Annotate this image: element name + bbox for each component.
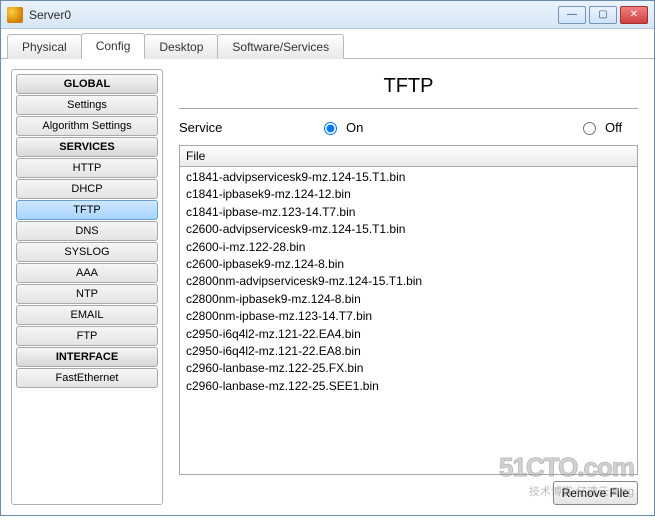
file-list[interactable]: c1841-advipservicesk9-mz.124-15.T1.binc1… <box>180 167 637 474</box>
file-row[interactable]: c2600-ipbasek9-mz.124-8.bin <box>186 256 631 273</box>
service-off-label: Off <box>605 120 622 135</box>
minimize-button[interactable]: — <box>558 6 586 24</box>
sidebar-item-dhcp[interactable]: DHCP <box>16 179 158 199</box>
maximize-button[interactable]: ▢ <box>589 6 617 24</box>
sidebar-item-email[interactable]: EMAIL <box>16 305 158 325</box>
service-on-option[interactable]: On <box>319 119 459 135</box>
sidebar-item-tftp[interactable]: TFTP <box>16 200 158 220</box>
sidebar-item-fastethernet[interactable]: FastEthernet <box>16 368 158 388</box>
file-row[interactable]: c1841-ipbase-mz.123-14.T7.bin <box>186 204 631 221</box>
file-row[interactable]: c2950-i6q4l2-mz.121-22.EA4.bin <box>186 326 631 343</box>
file-box: File c1841-advipservicesk9-mz.124-15.T1.… <box>179 145 638 475</box>
title-bar[interactable]: Server0 — ▢ ✕ <box>1 1 654 29</box>
sidebar-item-algorithm-settings[interactable]: Algorithm Settings <box>16 116 158 136</box>
window-title: Server0 <box>29 8 558 22</box>
service-label: Service <box>179 120 319 135</box>
sidebar-item-syslog[interactable]: SYSLOG <box>16 242 158 262</box>
remove-row: Remove File <box>173 481 644 505</box>
sidebar-item-aaa[interactable]: AAA <box>16 263 158 283</box>
app-icon <box>7 7 23 23</box>
file-row[interactable]: c1841-ipbasek9-mz.124-12.bin <box>186 186 631 203</box>
close-button[interactable]: ✕ <box>620 6 648 24</box>
service-row: Service On Off <box>173 119 644 145</box>
sidebar: GLOBAL Settings Algorithm Settings SERVI… <box>11 69 163 505</box>
tab-software-services[interactable]: Software/Services <box>217 34 344 59</box>
sidebar-header-services: SERVICES <box>16 137 158 157</box>
content-area: GLOBAL Settings Algorithm Settings SERVI… <box>1 59 654 515</box>
sidebar-item-dns[interactable]: DNS <box>16 221 158 241</box>
app-window: Server0 — ▢ ✕ Physical Config Desktop So… <box>0 0 655 516</box>
tab-config[interactable]: Config <box>81 33 146 59</box>
window-buttons: — ▢ ✕ <box>558 6 648 24</box>
file-row[interactable]: c2800nm-advipservicesk9-mz.124-15.T1.bin <box>186 273 631 290</box>
sidebar-header-interface: INTERFACE <box>16 347 158 367</box>
file-row[interactable]: c2600-advipservicesk9-mz.124-15.T1.bin <box>186 221 631 238</box>
service-off-option[interactable]: Off <box>578 119 638 135</box>
file-row[interactable]: c2800nm-ipbasek9-mz.124-8.bin <box>186 291 631 308</box>
file-row[interactable]: c1841-advipservicesk9-mz.124-15.T1.bin <box>186 169 631 186</box>
tab-physical[interactable]: Physical <box>7 34 82 59</box>
tab-bar: Physical Config Desktop Software/Service… <box>1 29 654 59</box>
remove-file-button[interactable]: Remove File <box>553 481 638 505</box>
file-row[interactable]: c2800nm-ipbase-mz.123-14.T7.bin <box>186 308 631 325</box>
main-panel: TFTP Service On Off File c1841-advipserv… <box>173 69 644 505</box>
service-title: TFTP <box>179 69 638 109</box>
sidebar-item-http[interactable]: HTTP <box>16 158 158 178</box>
file-row[interactable]: c2600-i-mz.122-28.bin <box>186 239 631 256</box>
file-row[interactable]: c2960-lanbase-mz.122-25.FX.bin <box>186 360 631 377</box>
service-on-radio[interactable] <box>324 122 337 135</box>
file-header[interactable]: File <box>180 146 637 167</box>
sidebar-item-ftp[interactable]: FTP <box>16 326 158 346</box>
sidebar-header-global: GLOBAL <box>16 74 158 94</box>
file-row[interactable]: c2960-lanbase-mz.122-25.SEE1.bin <box>186 378 631 395</box>
sidebar-item-settings[interactable]: Settings <box>16 95 158 115</box>
service-on-label: On <box>346 120 363 135</box>
service-off-radio[interactable] <box>583 122 596 135</box>
file-row[interactable]: c2950-i6q4l2-mz.121-22.EA8.bin <box>186 343 631 360</box>
sidebar-item-ntp[interactable]: NTP <box>16 284 158 304</box>
tab-desktop[interactable]: Desktop <box>144 34 218 59</box>
